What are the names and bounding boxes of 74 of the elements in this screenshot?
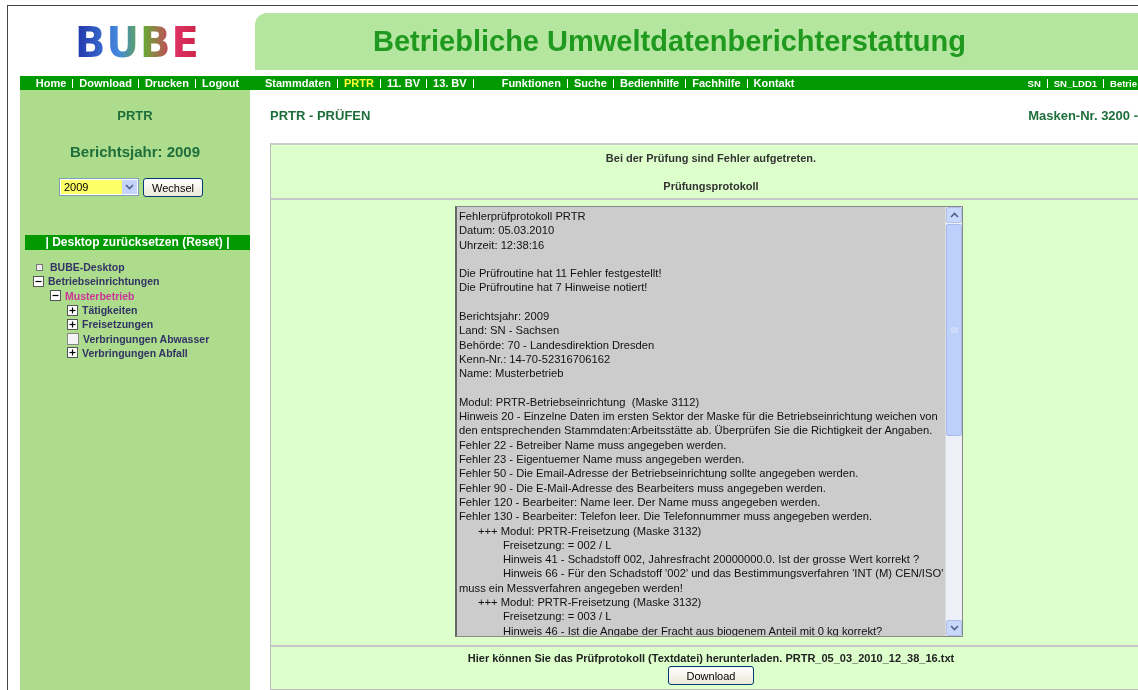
nav-link[interactable]: Funktionen — [501, 77, 561, 89]
log-line: Name: Musterbetrieb — [459, 367, 564, 380]
protocol-textarea[interactable] — [455, 206, 963, 637]
log-line: Hinweis 66 - Für den Schadstoff '002' und das Bestimmungsverfahren 'INT (M) CEN/ISO' — [503, 567, 944, 580]
log-line: Behörde: 70 - Landesdirektion Dresden — [459, 338, 655, 351]
log-line: den entsprechenden Stammdaten:Arbeitsstätte ab. Überprüfen Sie die Richtigkeit der Angaben. — [459, 424, 933, 437]
error-message: Bei der Prüfung sind Fehler aufgetreten. — [604, 151, 818, 164]
log-line: +++ Modul: PRTR-Freisetzung (Maske 3132) — [478, 596, 702, 608]
log-line: Die Prüfroutine hat 7 Hinweise notiert! — [459, 281, 648, 294]
log-line: Hinweis 41 - Schadstoff 002, Jahresfracht 20000000.0. Ist der grosse Wert korrekt ? — [503, 553, 920, 566]
nav-link[interactable]: 11. BV — [387, 77, 420, 89]
nav-link[interactable]: PRTR — [344, 77, 374, 89]
protocol-heading: Prüfungsprotokoll — [662, 179, 760, 194]
log-line: Fehler 22 - Betreiber Name muss angegeben werden. — [459, 438, 727, 451]
dropdown-icon — [125, 184, 134, 190]
tree-item[interactable]: Tätigkeiten — [82, 304, 138, 317]
tree-item[interactable]: Musterbetrieb — [65, 289, 135, 302]
log-line: Fehlerprüfprotokoll PRTR — [459, 210, 586, 222]
log-line: Freisetzung: = 003 / L — [503, 610, 612, 623]
page-title: PRTR - PRÜFEN — [270, 108, 371, 123]
log-line: Fehler 23 - Eigentuemer Name muss angegeben werden. — [459, 453, 745, 466]
nav-link[interactable]: Fachhilfe — [692, 77, 741, 89]
empty-node-icon — [67, 332, 79, 345]
nav-link[interactable]: 13. BV — [433, 77, 467, 89]
log-line: Hinweis 46 - Ist die Angabe der Fracht aus biogenem Anteil mit 0 kg korrekt? — [503, 624, 883, 636]
download-button[interactable]: Download — [667, 666, 755, 685]
nav-link[interactable]: Stammdaten — [265, 77, 332, 89]
year-select[interactable]: 2009 — [59, 178, 139, 196]
nav-link[interactable]: Drucken — [144, 77, 189, 89]
scrollbar[interactable] — [945, 207, 962, 636]
expand-icon[interactable] — [67, 318, 78, 330]
scroll-up-icon[interactable] — [949, 212, 959, 218]
log-line: Hinweis 20 - Einzelne Daten im ersten Sektor der Maske für die Betriebseinrichtung weichen von — [459, 410, 938, 423]
report-year-heading: Berichtsjahr: 2009 — [69, 143, 201, 160]
nav-link[interactable]: SN — [1027, 77, 1041, 89]
log-line: Fehler 50 - Die Email-Adresse der Betriebseinrichtung sollte angegeben werden. — [459, 467, 859, 480]
log-line: Modul: PRTR-Betriebseinrichtung (Maske 3112) — [459, 395, 700, 408]
node-bullet-icon — [36, 263, 43, 271]
nav-link[interactable]: Home — [35, 77, 67, 89]
expand-icon[interactable] — [67, 347, 78, 359]
nav-link[interactable]: SN_LDD1 — [1053, 77, 1098, 89]
log-line: Kenn-Nr.: 14-70-52316706162 — [459, 352, 611, 365]
log-line: Fehler 90 - Die E-Mail-Adresse des Bearbeiters muss angegeben werden. — [459, 481, 826, 494]
nav-link[interactable]: Bedienhilfe — [619, 77, 680, 89]
log-line: +++ Modul: PRTR-Freisetzung (Maske 3132) — [478, 524, 702, 537]
nav-link[interactable]: Suche — [573, 77, 607, 89]
collapse-icon[interactable] — [50, 290, 61, 302]
module-name: PRTR — [117, 108, 153, 123]
tree-item[interactable]: Betriebseinrichtungen — [48, 275, 160, 288]
nav-link[interactable]: Betrie — [1110, 77, 1137, 89]
collapse-icon[interactable] — [33, 275, 44, 287]
nav-link[interactable]: Logout — [201, 77, 240, 89]
tree-item[interactable]: Verbringungen Abfall — [82, 346, 188, 359]
log-line: Fehler 130 - Bearbeiter: Telefon leer. Die Telefonnummer muss angegeben werden. — [459, 510, 873, 523]
log-line: Uhrzeit: 12:38:16 — [459, 238, 545, 251]
tree-item[interactable]: BUBE-Desktop — [50, 261, 125, 274]
tree-item[interactable]: Freisetzungen — [82, 318, 154, 331]
log-line: Die Prüfroutine hat 11 Fehler festgestellt! — [459, 267, 662, 280]
scroll-down-icon[interactable] — [949, 625, 959, 631]
nav-link[interactable]: Kontakt — [753, 77, 795, 89]
log-line: Fehler 120 - Bearbeiter: Name leer. Der Name muss angegeben werden. — [459, 495, 821, 508]
expand-icon[interactable] — [67, 304, 78, 316]
log-line: muss ein Messverfahren angegeben werden! — [459, 581, 683, 594]
download-hint: Hier können Sie das Prüfprotokoll (Textdatei) herunterladen. PRTR_05_03_2010_12_38_16.txt — [466, 652, 956, 664]
change-button[interactable]: Wechsel — [143, 178, 203, 197]
log-line: Land: SN - Sachsen — [459, 324, 560, 337]
nav-link[interactable]: Download — [79, 77, 132, 89]
log-line: Berichtsjahr: 2009 — [459, 310, 550, 323]
log-line: Freisetzung: = 002 / L — [503, 538, 612, 551]
log-line: Datum: 05.03.2010 — [459, 224, 555, 237]
reset-desktop-link[interactable]: | Desktop zurücksetzen (Reset) | — [25, 235, 250, 250]
app-title: Betriebliche Umweltdatenberichterstattung — [373, 25, 966, 58]
mask-number: Masken-Nr. 3200 - — [1028, 108, 1138, 123]
tree-item[interactable]: Verbringungen Abwasser — [83, 332, 210, 345]
